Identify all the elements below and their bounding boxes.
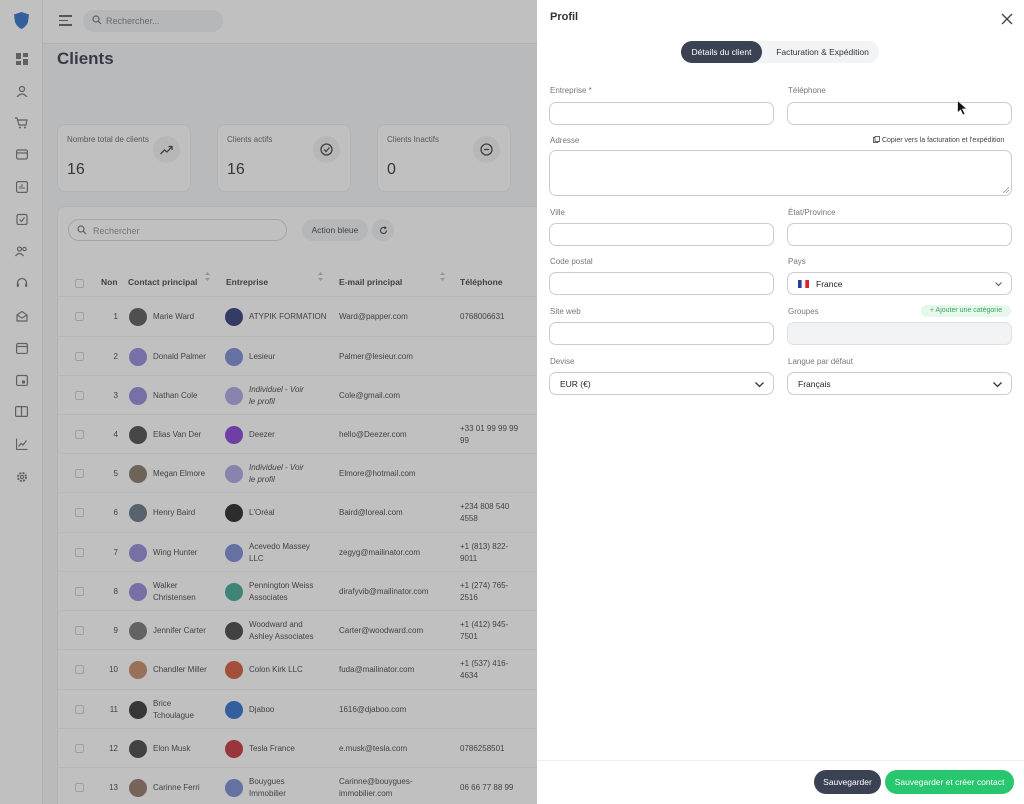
city-label: Ville xyxy=(550,208,565,217)
copy-address-text: Copier vers la facturation et l'expéditi… xyxy=(881,137,1005,144)
copy-icon xyxy=(873,136,880,143)
country-select[interactable]: France xyxy=(787,272,1012,295)
address-textarea[interactable] xyxy=(549,150,1012,196)
drawer-title: Profil xyxy=(550,11,579,23)
postal-input[interactable] xyxy=(549,272,774,295)
website-input[interactable] xyxy=(549,322,774,345)
company-input[interactable] xyxy=(549,102,774,125)
profile-drawer: Profil Détails du client Facturation & E… xyxy=(537,0,1024,804)
city-input[interactable] xyxy=(549,223,774,246)
chevron-down-icon xyxy=(993,382,1002,388)
country-label: Pays xyxy=(788,257,806,266)
mouse-cursor-icon xyxy=(957,100,968,116)
modal-backdrop[interactable] xyxy=(0,0,537,804)
copy-address-link[interactable]: Copier vers la facturation et l'expéditi… xyxy=(873,136,1004,144)
save-button[interactable]: Sauvegarder xyxy=(814,770,881,794)
profile-tabs: Détails du client Facturation & Expéditi… xyxy=(681,41,879,63)
close-icon[interactable] xyxy=(1001,13,1013,25)
website-label: Site web xyxy=(550,307,581,316)
chevron-down-icon xyxy=(995,282,1002,287)
save-and-create-contact-button[interactable]: Sauvegarder et créer contact xyxy=(885,770,1014,794)
phone-label: Téléphone xyxy=(788,86,826,95)
tab-details[interactable]: Détails du client xyxy=(681,41,762,63)
language-value: Français xyxy=(798,379,831,389)
postal-label: Code postal xyxy=(550,257,593,266)
language-label: Langue par défaut xyxy=(788,357,853,366)
country-value: France xyxy=(816,279,843,289)
groups-label: Groupes xyxy=(788,307,819,316)
company-label: Entreprise * xyxy=(550,86,592,95)
phone-input[interactable] xyxy=(787,102,1012,125)
france-flag-icon xyxy=(798,280,809,288)
state-input[interactable] xyxy=(787,223,1012,246)
currency-label: Devise xyxy=(550,357,575,366)
state-label: État/Province xyxy=(788,208,836,217)
tab-billing[interactable]: Facturation & Expédition xyxy=(766,41,879,63)
groups-input[interactable] xyxy=(787,322,1012,345)
currency-value: EUR (€) xyxy=(560,379,591,389)
add-category-button[interactable]: + Ajouter une catégorie xyxy=(921,305,1011,317)
address-label: Adresse xyxy=(550,136,580,145)
chevron-down-icon xyxy=(755,382,764,388)
currency-select[interactable]: EUR (€) xyxy=(549,372,774,395)
resize-handle-icon[interactable] xyxy=(1003,187,1009,193)
language-select[interactable]: Français xyxy=(787,372,1012,395)
